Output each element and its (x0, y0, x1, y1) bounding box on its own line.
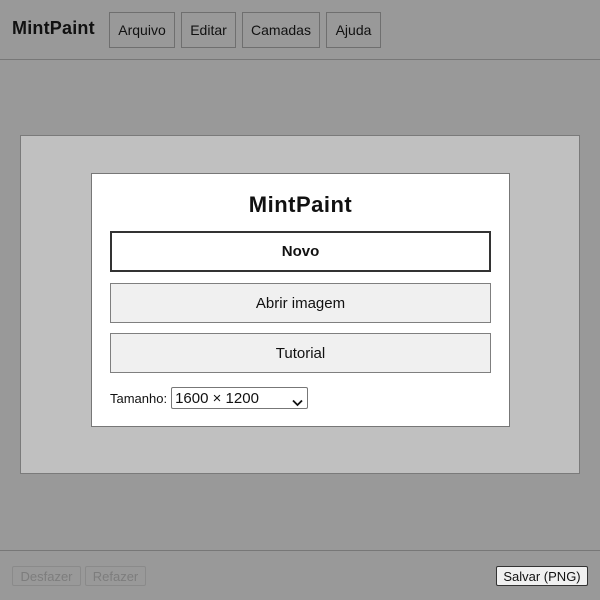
menu-editar[interactable]: Editar (181, 12, 236, 48)
size-label: Tamanho: (110, 390, 168, 406)
tutorial-button[interactable]: Tutorial (110, 333, 491, 373)
menu-arquivo[interactable]: Arquivo (109, 12, 175, 48)
undo-button[interactable]: Desfazer (12, 566, 81, 586)
redo-button[interactable]: Refazer (85, 566, 146, 586)
size-select[interactable]: 1600 × 1200 (171, 387, 309, 409)
save-png-button[interactable]: Salvar (PNG) (496, 566, 588, 586)
top-toolbar: MintPaint Arquivo Editar Camadas Ajuda (0, 0, 600, 60)
app-title: MintPaint (12, 18, 95, 38)
size-row: Tamanho: 1600 × 1200 (110, 386, 309, 410)
mintpaint-app: MintPaint Arquivo Editar Camadas Ajuda M… (0, 0, 600, 600)
menu-ajuda[interactable]: Ajuda (326, 12, 381, 48)
new-button[interactable]: Novo (110, 231, 491, 272)
chevron-down-icon (292, 394, 303, 407)
dialog-title: MintPaint (248, 192, 353, 217)
open-image-button[interactable]: Abrir imagem (110, 283, 491, 323)
menu-camadas[interactable]: Camadas (242, 12, 320, 48)
bottom-toolbar: Desfazer Refazer Salvar (PNG) (0, 550, 600, 600)
size-select-value: 1600 × 1200 (175, 389, 259, 407)
start-dialog: MintPaint Novo Abrir imagem Tutorial Tam… (91, 173, 510, 427)
